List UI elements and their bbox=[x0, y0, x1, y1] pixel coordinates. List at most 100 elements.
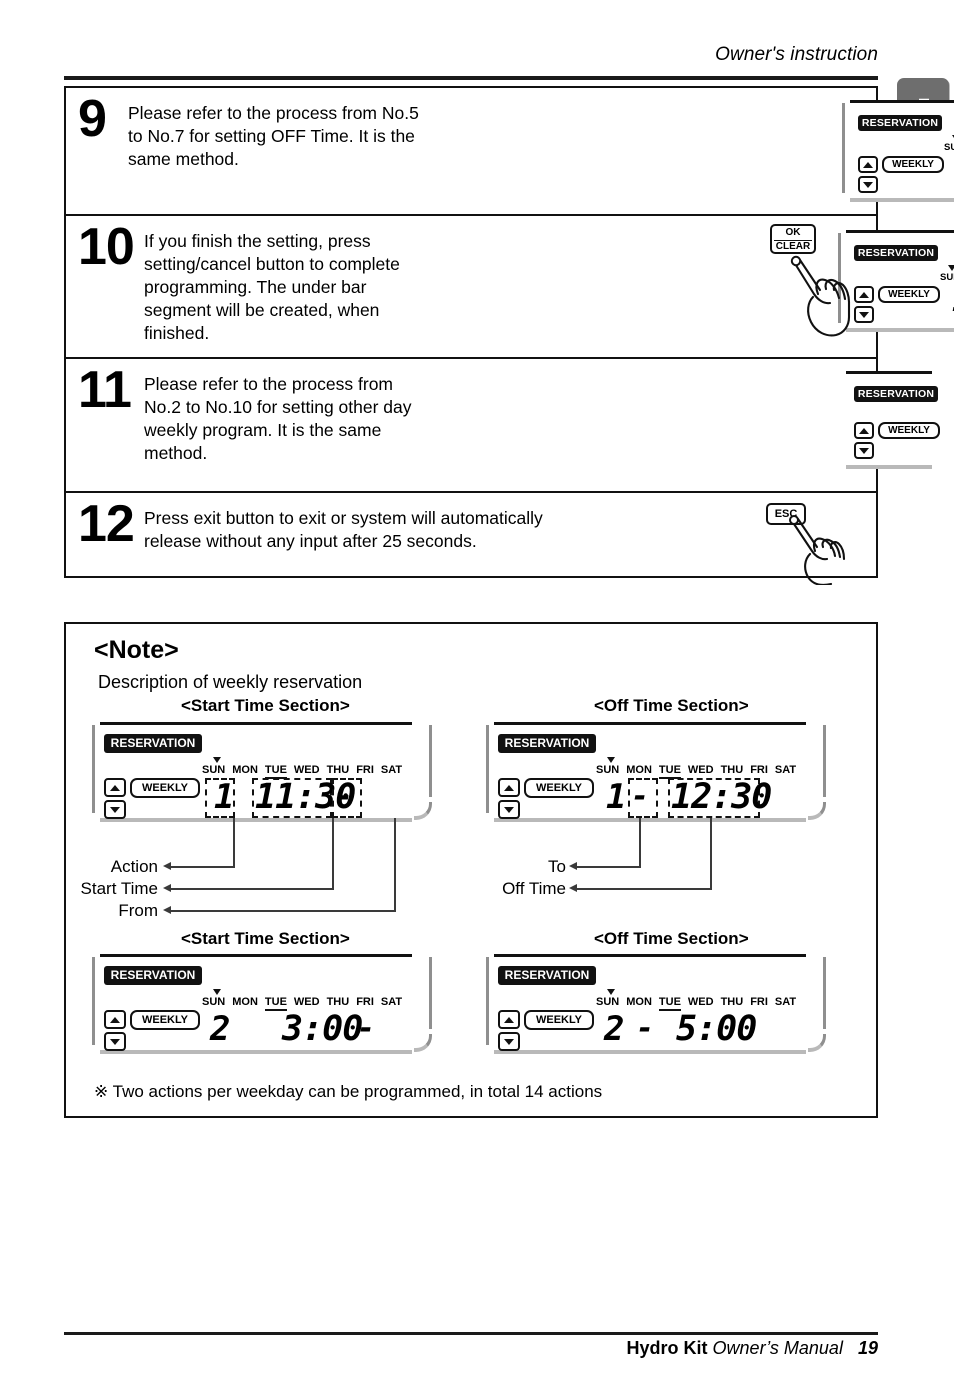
day-sat: SAT bbox=[380, 996, 403, 1008]
down-button[interactable] bbox=[498, 1032, 520, 1051]
down-button[interactable] bbox=[854, 442, 874, 459]
leading-dash: - bbox=[636, 1011, 654, 1046]
up-button[interactable] bbox=[498, 1010, 520, 1029]
reservation-badge: RESERVATION bbox=[498, 734, 596, 753]
note-footnote: ※ Two actions per weekday can be program… bbox=[94, 1082, 603, 1101]
lcd-right-border bbox=[823, 957, 826, 1029]
leader-line bbox=[394, 818, 396, 912]
chevron-down-icon bbox=[859, 447, 869, 454]
esc-key-illustration: ESC bbox=[756, 499, 866, 585]
lcd-display: RESERVATION SUN MON TUE WED THU FRI SAT … bbox=[486, 722, 826, 822]
leader-line bbox=[576, 866, 641, 868]
callout-from: From bbox=[118, 901, 158, 920]
down-button[interactable] bbox=[104, 800, 126, 819]
step-number: 10 bbox=[78, 218, 135, 276]
chevron-up-icon bbox=[504, 784, 514, 791]
leader-line bbox=[710, 818, 712, 890]
lcd-bottom-border bbox=[100, 818, 412, 822]
weekly-button[interactable]: WEEKLY bbox=[878, 422, 940, 439]
reservation-badge: RESERVATION bbox=[854, 245, 938, 261]
callout-off-time: Off Time bbox=[502, 879, 566, 898]
step-row: 10 If you finish the setting, press sett… bbox=[66, 216, 954, 359]
lcd-bottom-border bbox=[494, 818, 806, 822]
chevron-up-icon bbox=[863, 161, 873, 168]
footer-brand: Hydro Kit bbox=[626, 1338, 708, 1358]
footer-page-number: 19 bbox=[857, 1338, 878, 1358]
up-button[interactable] bbox=[498, 778, 520, 797]
section-title: <Start Time Section> bbox=[181, 929, 350, 948]
weekly-button[interactable]: WEEKLY bbox=[524, 1010, 594, 1030]
lcd-left-border bbox=[92, 725, 95, 813]
trailing-dash: - bbox=[335, 779, 353, 814]
lcd-display: RESERVATION SUN MON TUE WED THU FRI SAT … bbox=[92, 954, 432, 1054]
leader-arrow-icon bbox=[163, 884, 171, 892]
weekly-button[interactable]: WEEKLY bbox=[130, 778, 200, 798]
down-button[interactable] bbox=[104, 1032, 126, 1051]
ok-clear-key-illustration: OK CLEAR bbox=[756, 224, 866, 337]
callout-to: To bbox=[548, 857, 566, 876]
leader-arrow-icon bbox=[163, 862, 171, 870]
manual-page: Owner's instruction ENGLISH 9 Please ref… bbox=[0, 0, 954, 1400]
lcd-display: RESERVATION SUN MON TUE WED THU FRI SAT … bbox=[486, 954, 826, 1054]
weekly-button[interactable]: WEEKLY bbox=[524, 778, 594, 798]
step-text: Please refer to the process from No.5 to… bbox=[128, 103, 419, 170]
day-sun: SUN bbox=[944, 142, 954, 153]
action-number: 1 bbox=[214, 777, 235, 817]
chevron-up-icon bbox=[504, 1016, 514, 1023]
step-row: 12 Press exit button to exit or system w… bbox=[66, 493, 876, 585]
step-number: 11 bbox=[78, 361, 132, 419]
note-frame: <Note> Description of weekly reservation… bbox=[64, 622, 878, 1118]
lcd-bottom-border bbox=[846, 465, 932, 469]
lcd-left-border bbox=[92, 957, 95, 1045]
sun-caret-icon bbox=[213, 989, 221, 995]
pointing-hand-icon bbox=[790, 255, 851, 337]
day-mon: MON bbox=[626, 764, 652, 776]
lcd-corner bbox=[414, 802, 432, 820]
step-number: 9 bbox=[78, 90, 107, 148]
chevron-up-icon bbox=[110, 784, 120, 791]
section-title: <Start Time Section> bbox=[181, 696, 350, 715]
section-title: <Off Time Section> bbox=[594, 696, 749, 715]
leader-arrow-icon bbox=[569, 862, 577, 870]
day-sat: SAT bbox=[380, 764, 403, 776]
lcd-left-border bbox=[842, 103, 845, 193]
step-text: If you finish the setting, press setting… bbox=[144, 231, 400, 344]
page-header-title: Owner's instruction bbox=[715, 44, 878, 65]
time-value: 5:00 bbox=[676, 1009, 757, 1049]
down-button[interactable] bbox=[858, 176, 878, 193]
action-number: 2 bbox=[604, 1009, 625, 1049]
down-button[interactable] bbox=[498, 800, 520, 819]
reservation-badge: RESERVATION bbox=[498, 966, 596, 985]
leader-line bbox=[170, 910, 396, 912]
lcd-corner bbox=[414, 1034, 432, 1052]
up-button[interactable] bbox=[104, 778, 126, 797]
up-button[interactable] bbox=[854, 422, 874, 439]
day-mon: MON bbox=[232, 996, 258, 1008]
day-sat: SAT bbox=[774, 996, 797, 1008]
weekly-button[interactable]: WEEKLY bbox=[882, 156, 944, 173]
leader-arrow-icon bbox=[163, 906, 171, 914]
lcd-display: RESERVATION WEEKLY bbox=[838, 371, 940, 469]
callout-action: Action bbox=[110, 857, 158, 876]
day-mon: MON bbox=[626, 996, 652, 1008]
chevron-up-icon bbox=[110, 1016, 120, 1023]
footer-manual-label: Owner’s Manual bbox=[712, 1338, 843, 1358]
reservation-badge: RESERVATION bbox=[854, 386, 938, 402]
lcd-top-border bbox=[494, 722, 806, 725]
up-button[interactable] bbox=[104, 1010, 126, 1029]
note-subtitle: Description of weekly reservation bbox=[98, 672, 363, 692]
lcd-right-border bbox=[823, 725, 826, 797]
leader-line bbox=[576, 888, 712, 890]
leading-dash: - bbox=[631, 779, 649, 814]
header-divider bbox=[64, 76, 878, 80]
lcd-corner bbox=[808, 1034, 826, 1052]
lcd-top-border bbox=[100, 954, 412, 957]
section-title: <Off Time Section> bbox=[594, 929, 749, 948]
up-button[interactable] bbox=[858, 156, 878, 173]
chevron-down-icon bbox=[504, 806, 514, 813]
weekly-button[interactable]: WEEKLY bbox=[130, 1010, 200, 1030]
step-text: Please refer to the process from No.2 to… bbox=[144, 374, 412, 464]
lcd-right-border bbox=[429, 725, 432, 797]
weekly-button[interactable]: WEEKLY bbox=[878, 286, 940, 303]
lcd-corner bbox=[808, 802, 826, 820]
